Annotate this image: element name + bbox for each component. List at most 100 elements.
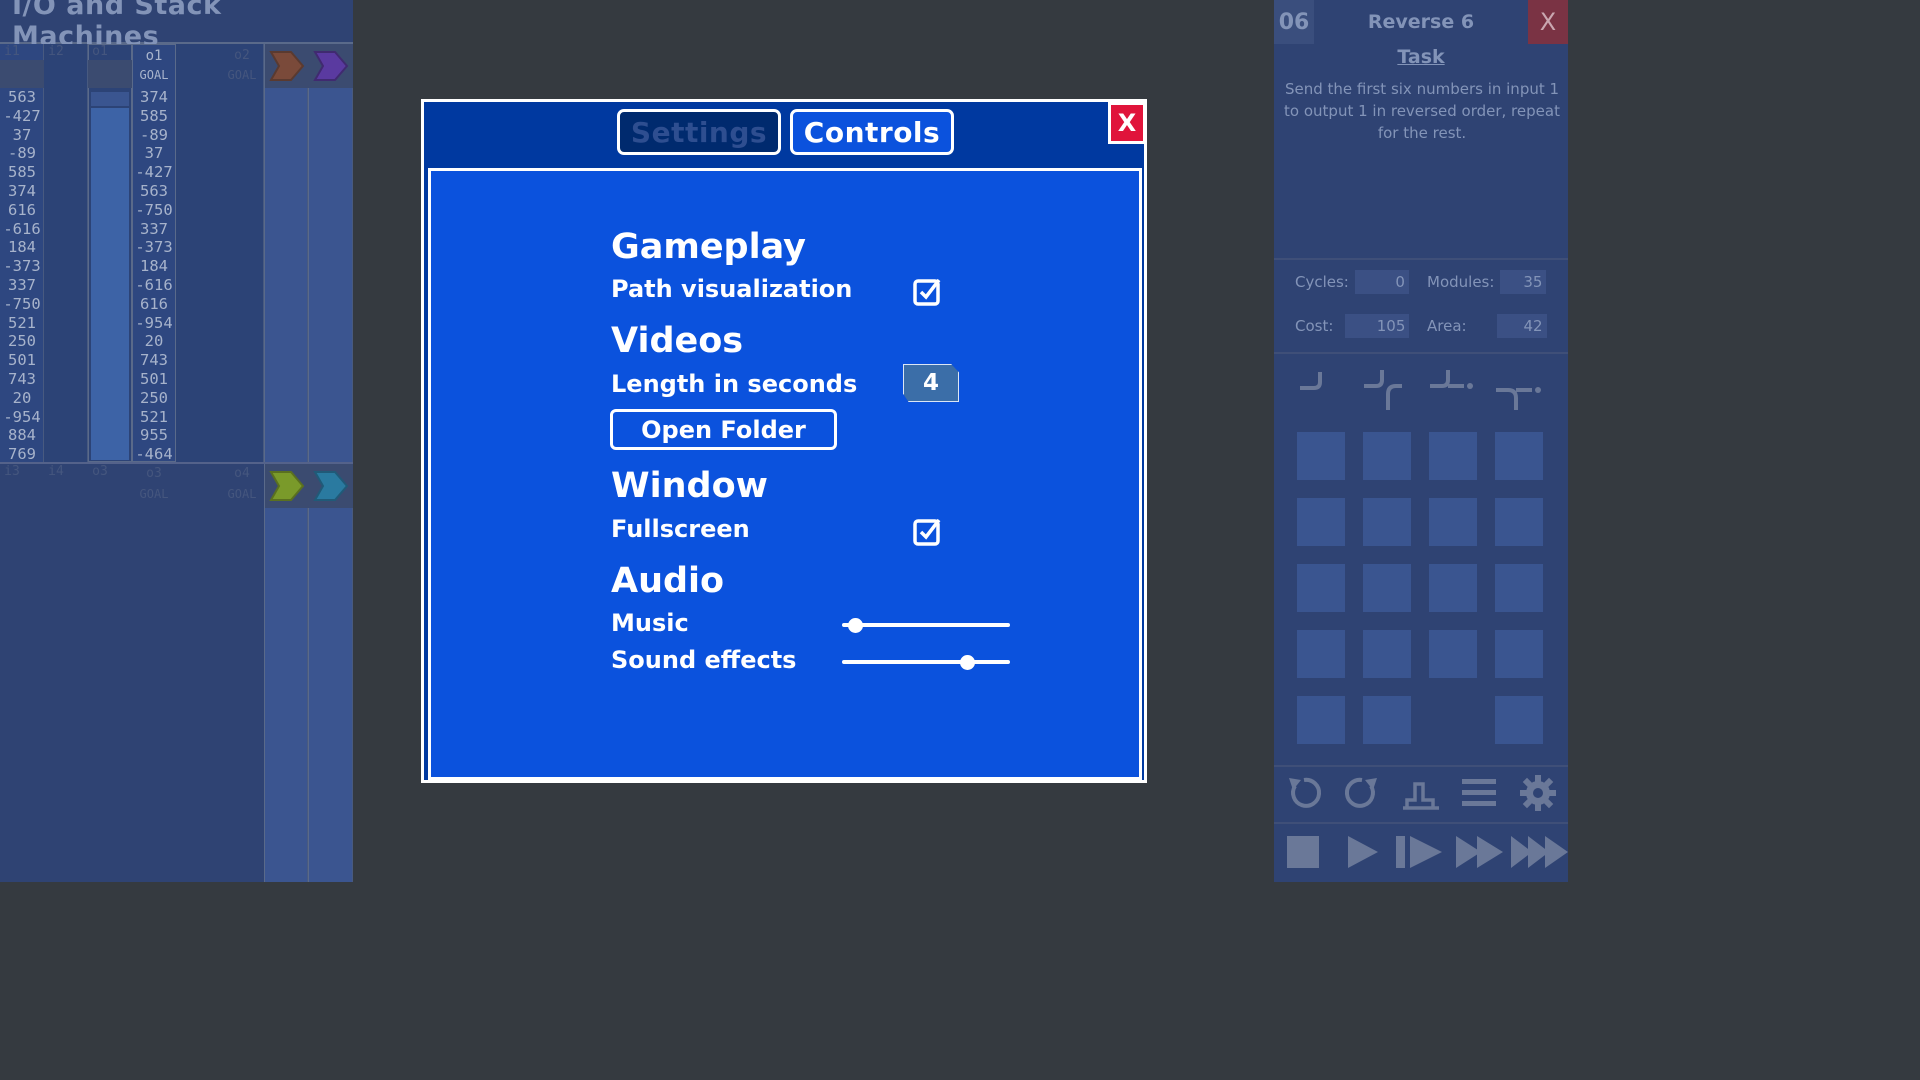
stat-cycles-label: Cycles: bbox=[1295, 273, 1349, 291]
list-item: 250 bbox=[140, 388, 168, 407]
list-item: 37 bbox=[144, 144, 164, 163]
module-slot[interactable] bbox=[1297, 564, 1345, 612]
gameplay-heading: Gameplay bbox=[611, 227, 806, 267]
header-i2: i2 bbox=[48, 44, 64, 59]
dialog-close-button[interactable]: X bbox=[1108, 102, 1146, 144]
level-name: Reverse 6 bbox=[1367, 11, 1475, 33]
header-o1-out: o1 bbox=[92, 44, 108, 59]
module-slot[interactable] bbox=[1297, 696, 1345, 744]
module-slot[interactable] bbox=[1429, 564, 1477, 612]
module-corner-dot-icon[interactable] bbox=[1428, 366, 1478, 416]
music-slider-knob[interactable] bbox=[848, 618, 863, 633]
stat-cycles: Cycles: 0 bbox=[1295, 270, 1409, 294]
module-slot[interactable] bbox=[1495, 696, 1543, 744]
music-label: Music bbox=[611, 609, 689, 637]
list-item: 184 bbox=[140, 257, 168, 276]
music-slider[interactable] bbox=[842, 615, 1010, 635]
list-item: -954 bbox=[135, 313, 173, 332]
output-cursor bbox=[91, 92, 129, 106]
videos-heading: Videos bbox=[611, 321, 744, 361]
module-slot[interactable] bbox=[1297, 630, 1345, 678]
list-item: -427 bbox=[3, 106, 41, 125]
list-item: 521 bbox=[8, 313, 36, 332]
settings-body: Gameplay Path visualization Videos Lengt… bbox=[428, 168, 1142, 780]
list-item: 769 bbox=[8, 445, 36, 464]
module-slot[interactable] bbox=[1495, 564, 1543, 612]
menu-icon[interactable] bbox=[1460, 776, 1498, 810]
header-i4: i4 bbox=[48, 464, 64, 479]
header-o1: o1 bbox=[145, 48, 163, 64]
list-item: -89 bbox=[140, 125, 168, 144]
fullscreen-checkbox[interactable] bbox=[913, 517, 943, 547]
module-slot[interactable] bbox=[1363, 498, 1411, 546]
input-column-2 bbox=[44, 44, 88, 462]
header-o4: o4 bbox=[234, 466, 250, 481]
gear-icon[interactable] bbox=[1519, 774, 1557, 812]
list-item: -750 bbox=[3, 294, 41, 313]
play-icon[interactable] bbox=[1346, 835, 1380, 869]
redo-icon[interactable] bbox=[1343, 774, 1381, 812]
module-slot[interactable] bbox=[1363, 630, 1411, 678]
module-slot[interactable] bbox=[1429, 498, 1477, 546]
module-slot[interactable] bbox=[1429, 432, 1477, 480]
panel-divider bbox=[1274, 822, 1568, 824]
panel-divider bbox=[1274, 352, 1568, 354]
header-o3: o3 bbox=[146, 466, 162, 481]
module-slot[interactable] bbox=[1495, 432, 1543, 480]
list-item: 743 bbox=[8, 369, 36, 388]
module-slot[interactable] bbox=[1495, 630, 1543, 678]
list-item: 955 bbox=[140, 426, 168, 445]
header-o2-goal: GOAL bbox=[227, 68, 257, 82]
module-slot[interactable] bbox=[1363, 564, 1411, 612]
module-slot[interactable] bbox=[1297, 498, 1345, 546]
module-slot[interactable] bbox=[1495, 498, 1543, 546]
stat-cost-value: 105 bbox=[1345, 314, 1410, 338]
list-item: 563 bbox=[8, 88, 36, 106]
module-slot[interactable] bbox=[1297, 432, 1345, 480]
module-split-icon[interactable] bbox=[1362, 366, 1412, 416]
window-heading: Window bbox=[611, 466, 768, 506]
list-item: 337 bbox=[8, 275, 36, 294]
tab-controls[interactable]: Controls bbox=[790, 109, 954, 155]
chart-icon[interactable] bbox=[1401, 774, 1441, 812]
stack-arrow-2 bbox=[309, 44, 353, 88]
list-item: -373 bbox=[135, 238, 173, 257]
stat-area-label: Area: bbox=[1427, 317, 1467, 335]
step-icon[interactable] bbox=[1394, 835, 1444, 869]
header-o4-goal: GOAL bbox=[227, 487, 257, 501]
stat-modules: Modules: 35 bbox=[1427, 270, 1547, 294]
tab-settings[interactable]: Settings bbox=[617, 109, 781, 155]
sound-effects-slider-knob[interactable] bbox=[960, 655, 975, 670]
output-header-fill bbox=[88, 60, 132, 88]
fastest-forward-icon[interactable] bbox=[1510, 835, 1568, 869]
list-item: 374 bbox=[140, 88, 168, 106]
list-item: 20 bbox=[12, 388, 32, 407]
list-item: 563 bbox=[140, 181, 168, 200]
machine-title: I/O and Stack Machines bbox=[0, 0, 353, 52]
sound-effects-slider[interactable] bbox=[842, 652, 1010, 672]
length-input[interactable]: 4 bbox=[903, 364, 959, 402]
module-slot[interactable] bbox=[1363, 696, 1411, 744]
fast-forward-icon[interactable] bbox=[1455, 835, 1505, 869]
module-slot[interactable] bbox=[1429, 630, 1477, 678]
stat-modules-value: 35 bbox=[1500, 270, 1547, 294]
module-slot[interactable] bbox=[1363, 432, 1411, 480]
list-item: 585 bbox=[140, 106, 168, 125]
open-folder-button[interactable]: Open Folder bbox=[610, 409, 837, 450]
list-item: 585 bbox=[8, 163, 36, 182]
sound-effects-label: Sound effects bbox=[611, 646, 797, 674]
path-visualization-checkbox[interactable] bbox=[913, 277, 943, 307]
stop-icon[interactable] bbox=[1286, 835, 1320, 869]
fullscreen-label: Fullscreen bbox=[611, 515, 750, 543]
sound-effects-slider-track bbox=[842, 660, 1010, 664]
module-branch-icon[interactable] bbox=[1494, 366, 1544, 416]
level-close-button[interactable]: X bbox=[1528, 0, 1568, 44]
path-visualization-label: Path visualization bbox=[611, 275, 853, 303]
task-title: Task bbox=[1397, 46, 1445, 68]
module-corner-icon[interactable] bbox=[1296, 366, 1346, 416]
stat-cycles-value: 0 bbox=[1354, 270, 1409, 294]
undo-icon[interactable] bbox=[1285, 774, 1323, 812]
settings-dialog: Settings Controls X Gameplay Path visual… bbox=[421, 99, 1147, 783]
stack-arrow-4 bbox=[309, 464, 353, 508]
stat-cost: Cost: 105 bbox=[1295, 314, 1410, 338]
